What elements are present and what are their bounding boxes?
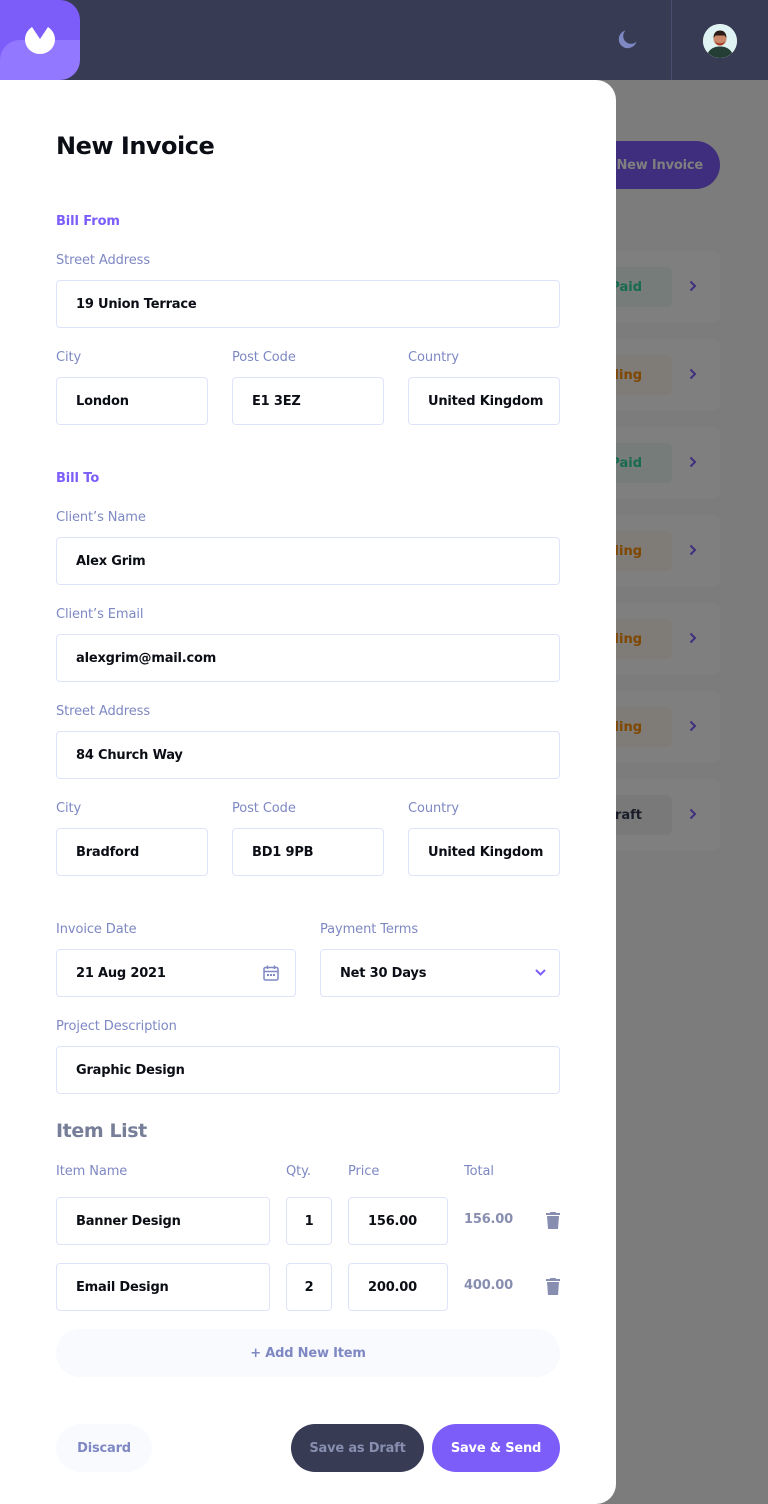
chevron-down-icon[interactable] (535, 969, 546, 976)
new-invoice-drawer: New Invoice Bill From Street Address 19 … (0, 80, 616, 1504)
to-street-input[interactable]: 84 Church Way (56, 731, 560, 779)
discard-button[interactable]: Discard (56, 1424, 152, 1472)
label-to-street: Street Address (56, 704, 151, 719)
calendar-icon[interactable] (263, 965, 279, 981)
add-new-item-button[interactable]: + Add New Item (56, 1329, 560, 1377)
item-name-input[interactable]: Email Design (56, 1263, 270, 1311)
label-client-email: Client’s Email (56, 607, 144, 622)
save-draft-button[interactable]: Save as Draft (291, 1424, 424, 1472)
header-qty: Qty. (286, 1164, 311, 1179)
item-price-input[interactable]: 156.00 (348, 1197, 448, 1245)
invoice-date-picker[interactable]: 21 Aug 2021 (56, 949, 296, 997)
label-payment-terms: Payment Terms (320, 922, 419, 937)
label-invoice-date: Invoice Date (56, 922, 137, 937)
item-list-title: Item List (56, 1120, 147, 1142)
save-send-button[interactable]: Save & Send (432, 1424, 560, 1472)
label-project-description: Project Description (56, 1019, 177, 1034)
label-client-name: Client’s Name (56, 510, 146, 525)
label-to-postcode: Post Code (232, 801, 296, 816)
label-from-street: Street Address (56, 253, 151, 268)
app-header (0, 0, 768, 80)
payment-terms-select[interactable]: Net 30 Days (320, 949, 560, 997)
logo-icon[interactable] (0, 0, 80, 80)
payment-terms-value: Net 30 Days (340, 965, 427, 981)
header-total: Total (464, 1164, 494, 1179)
item-qty-input[interactable]: 1 (286, 1197, 332, 1245)
item-total: 156.00 (464, 1212, 513, 1227)
trash-icon[interactable] (546, 1212, 560, 1229)
label-from-city: City (56, 350, 82, 365)
label-from-postcode: Post Code (232, 350, 296, 365)
client-email-input[interactable]: alexgrim@mail.com (56, 634, 560, 682)
avatar-icon[interactable] (703, 24, 737, 58)
to-country-input[interactable]: United Kingdom (408, 828, 560, 876)
label-to-country: Country (408, 801, 459, 816)
to-city-input[interactable]: Bradford (56, 828, 208, 876)
trash-icon[interactable] (546, 1278, 560, 1295)
label-from-country: Country (408, 350, 459, 365)
to-postcode-input[interactable]: BD1 9PB (232, 828, 384, 876)
page-title: New Invoice (56, 132, 215, 160)
client-name-input[interactable]: Alex Grim (56, 537, 560, 585)
item-price-input[interactable]: 200.00 (348, 1263, 448, 1311)
label-to-city: City (56, 801, 82, 816)
section-bill-from: Bill From (56, 214, 120, 229)
header-divider (671, 0, 672, 80)
from-country-input[interactable]: United Kingdom (408, 377, 560, 425)
invoice-date-value: 21 Aug 2021 (76, 965, 166, 981)
project-description-input[interactable]: Graphic Design (56, 1046, 560, 1094)
header-price: Price (348, 1164, 380, 1179)
from-postcode-input[interactable]: E1 3EZ (232, 377, 384, 425)
from-street-input[interactable]: 19 Union Terrace (56, 280, 560, 328)
from-city-input[interactable]: London (56, 377, 208, 425)
section-bill-to: Bill To (56, 471, 100, 486)
item-name-input[interactable]: Banner Design (56, 1197, 270, 1245)
item-qty-input[interactable]: 2 (286, 1263, 332, 1311)
moon-icon[interactable] (617, 28, 639, 54)
header-item-name: Item Name (56, 1164, 128, 1179)
item-total: 400.00 (464, 1278, 513, 1293)
